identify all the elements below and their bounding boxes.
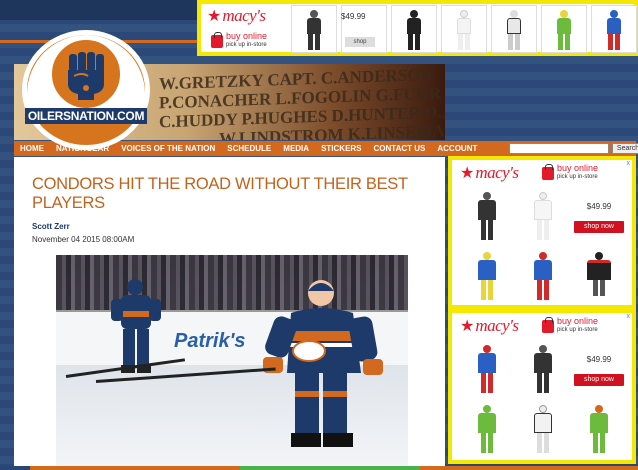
article-author[interactable]: Scott Zerr: [32, 222, 70, 231]
buy-online-text: buy online: [557, 316, 599, 326]
ad-offer: $49.99 shop now: [572, 188, 626, 246]
article-container: CONDORS HIT THE ROAD WITHOUT THEIR BEST …: [14, 157, 445, 470]
product-thumb[interactable]: [516, 248, 570, 306]
product-thumb[interactable]: [591, 5, 637, 53]
buy-online-badge: buy online pick up in-store: [542, 163, 599, 182]
photo-board-text: Patrik's: [174, 330, 246, 352]
buy-online-text: buy online: [226, 31, 268, 41]
ad-choices-icon[interactable]: x: [627, 313, 631, 320]
nav-item-schedule[interactable]: SCHEDULE: [221, 141, 277, 156]
product-thumb[interactable]: [291, 5, 337, 53]
nav-item-media[interactable]: MEDIA: [277, 141, 315, 156]
logo-text: OILERSNATION.COM: [25, 108, 147, 124]
shop-now-button[interactable]: shop now: [574, 373, 624, 386]
nav-item-stickers[interactable]: STICKERS: [315, 141, 367, 156]
price-label: $49.99: [586, 354, 612, 364]
brand-name: macy's: [475, 316, 519, 335]
nav-item-contact[interactable]: CONTACT US: [368, 141, 432, 156]
product-thumb[interactable]: [516, 401, 570, 459]
nav-item-account[interactable]: ACCOUNT: [431, 141, 483, 156]
nav-item-home[interactable]: HOME: [14, 141, 50, 156]
shopping-bag-icon: [211, 31, 223, 48]
product-thumb[interactable]: [516, 188, 570, 246]
star-icon: ★: [207, 8, 222, 25]
star-icon: ★: [460, 165, 475, 182]
search-input[interactable]: [509, 143, 609, 154]
product-thumb[interactable]: [516, 341, 570, 399]
product-thumb[interactable]: [460, 341, 514, 399]
product-thumb[interactable]: [460, 188, 514, 246]
top-banner-ad[interactable]: ★ macy's buy online pick up in-store $49.…: [197, 0, 638, 56]
article-date: November 04 2015 08:00AM: [32, 235, 135, 244]
brand-name: macy's: [475, 163, 519, 182]
product-thumb[interactable]: [460, 248, 514, 306]
product-thumb[interactable]: [441, 5, 487, 53]
site-logo[interactable]: OILERSNATION.COM: [22, 30, 150, 150]
macys-logo: ★ macy's: [460, 316, 519, 336]
player-figure-foreground: [263, 280, 383, 447]
shopping-bag-icon: [542, 316, 554, 333]
product-thumb[interactable]: [460, 401, 514, 459]
buy-online-badge: buy online pick up in-store: [211, 31, 268, 50]
price-label: $49.99: [341, 12, 366, 21]
macys-logo: ★ macy's: [460, 163, 519, 183]
pickup-text: pick up in-store: [226, 42, 267, 48]
product-thumb[interactable]: [541, 5, 587, 53]
buy-online-text: buy online: [557, 163, 599, 173]
banner-engraving: W.GRETZKY CAPT. C.ANDERSON P.CONACHER L.…: [159, 64, 445, 140]
buy-online-badge: buy online pick up in-store: [542, 316, 599, 335]
star-icon: ★: [460, 318, 475, 335]
product-thumb[interactable]: [391, 5, 437, 53]
shop-button[interactable]: shop: [345, 37, 375, 47]
bottom-bar: [0, 466, 638, 470]
shop-now-button[interactable]: shop now: [574, 220, 624, 233]
pickup-text: pick up in-store: [557, 174, 598, 180]
ad-offer: $49.99 shop now: [572, 341, 626, 399]
sidebar-ad-1[interactable]: ★ macy's buy online pick up in-store x $4…: [448, 156, 636, 309]
search-button[interactable]: Search: [612, 143, 638, 154]
product-thumb[interactable]: [491, 5, 537, 53]
price-label: $49.99: [586, 201, 612, 211]
macys-logo: ★ macy's: [207, 6, 266, 26]
article-photo[interactable]: Patrik's: [56, 255, 408, 470]
nav-item-voices[interactable]: VOICES OF THE NATION: [115, 141, 221, 156]
fist-icon: [68, 52, 104, 100]
brand-name: macy's: [222, 6, 266, 25]
shopping-bag-icon: [542, 163, 554, 180]
product-thumb[interactable]: [572, 401, 626, 459]
product-thumb[interactable]: [572, 248, 626, 306]
article-title[interactable]: CONDORS HIT THE ROAD WITHOUT THEIR BEST …: [32, 175, 427, 213]
ad-choices-icon[interactable]: x: [627, 160, 631, 167]
pickup-text: pick up in-store: [557, 327, 598, 333]
sidebar-ad-2[interactable]: ★ macy's buy online pick up in-store x $4…: [448, 309, 636, 464]
